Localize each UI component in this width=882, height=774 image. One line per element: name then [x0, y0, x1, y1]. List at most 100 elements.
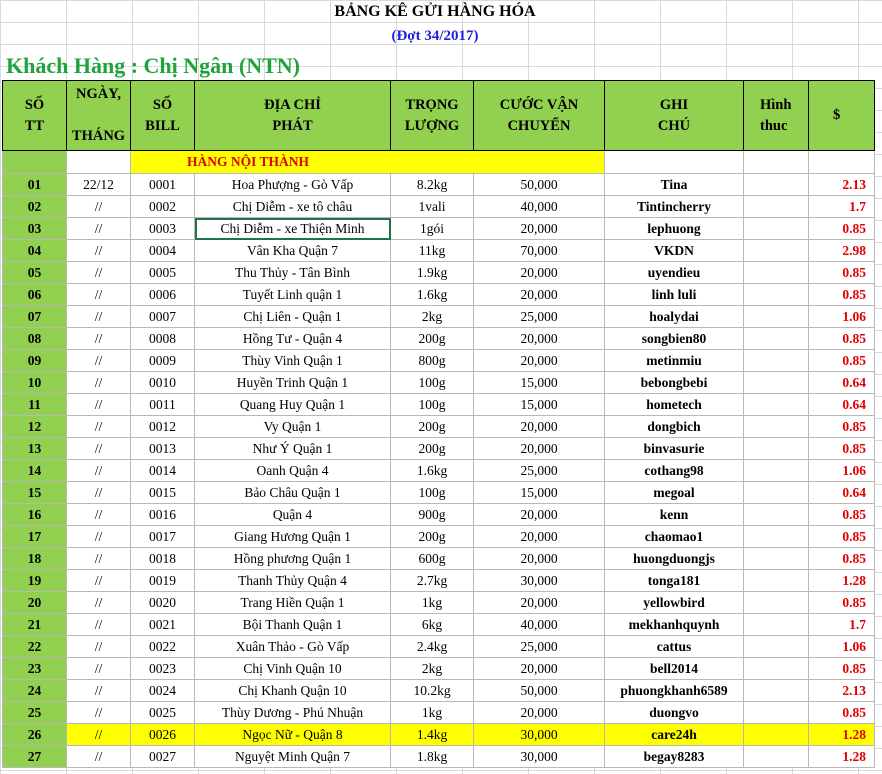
- weight-cell[interactable]: 1kg: [390, 701, 474, 724]
- address-cell[interactable]: Ngọc Nữ - Quận 8: [194, 723, 391, 746]
- note-cell[interactable]: lephuong: [604, 217, 744, 240]
- row-number-cell[interactable]: 10: [2, 371, 67, 394]
- note-cell[interactable]: Tintincherry: [604, 195, 744, 218]
- dollar-cell[interactable]: 1.06: [808, 635, 875, 658]
- weight-cell[interactable]: 1.9kg: [390, 261, 474, 284]
- fee-cell[interactable]: 15,000: [473, 393, 605, 416]
- fee-cell[interactable]: 30,000: [473, 723, 605, 746]
- date-cell[interactable]: //: [66, 217, 131, 240]
- note-cell[interactable]: tonga181: [604, 569, 744, 592]
- method-cell[interactable]: [743, 723, 809, 746]
- bill-cell[interactable]: 0007: [130, 305, 195, 328]
- dollar-cell[interactable]: 1.06: [808, 305, 875, 328]
- note-cell[interactable]: uyendieu: [604, 261, 744, 284]
- dollar-cell[interactable]: 2.13: [808, 173, 875, 196]
- dollar-cell[interactable]: 0.85: [808, 547, 875, 570]
- weight-cell[interactable]: 8.2kg: [390, 173, 474, 196]
- row-number-cell[interactable]: 06: [2, 283, 67, 306]
- row-number-cell[interactable]: 27: [2, 745, 67, 768]
- method-cell[interactable]: [743, 173, 809, 196]
- section-label[interactable]: HÀNG NỘI THÀNH: [130, 150, 605, 174]
- date-cell[interactable]: //: [66, 261, 131, 284]
- dollar-cell[interactable]: 0.64: [808, 393, 875, 416]
- method-cell[interactable]: [743, 657, 809, 680]
- weight-cell[interactable]: 900g: [390, 503, 474, 526]
- fee-cell[interactable]: 20,000: [473, 217, 605, 240]
- note-cell[interactable]: megoal: [604, 481, 744, 504]
- fee-cell[interactable]: 20,000: [473, 327, 605, 350]
- method-cell[interactable]: [743, 481, 809, 504]
- weight-cell[interactable]: 2kg: [390, 305, 474, 328]
- row-number-cell[interactable]: 08: [2, 327, 67, 350]
- note-cell[interactable]: bebongbebi: [604, 371, 744, 394]
- row-number-cell[interactable]: 21: [2, 613, 67, 636]
- note-cell[interactable]: linh luli: [604, 283, 744, 306]
- address-cell[interactable]: Bội Thanh Quận 1: [194, 613, 391, 636]
- date-cell[interactable]: //: [66, 679, 131, 702]
- address-cell[interactable]: Chị Vinh Quận 10: [194, 657, 391, 680]
- fee-cell[interactable]: 25,000: [473, 459, 605, 482]
- method-cell[interactable]: [743, 415, 809, 438]
- address-cell[interactable]: Quang Huy Quận 1: [194, 393, 391, 416]
- date-cell[interactable]: //: [66, 459, 131, 482]
- fee-cell[interactable]: 20,000: [473, 701, 605, 724]
- address-cell[interactable]: Xuân Thảo - Gò Vấp: [194, 635, 391, 658]
- dollar-cell[interactable]: 0.85: [808, 437, 875, 460]
- address-cell[interactable]: Tuyết Linh quận 1: [194, 283, 391, 306]
- method-cell[interactable]: [743, 217, 809, 240]
- method-cell[interactable]: [743, 283, 809, 306]
- bill-cell[interactable]: 0019: [130, 569, 195, 592]
- note-cell[interactable]: VKDN: [604, 239, 744, 262]
- method-cell[interactable]: [743, 503, 809, 526]
- weight-cell[interactable]: 1vali: [390, 195, 474, 218]
- method-cell[interactable]: [743, 547, 809, 570]
- date-cell[interactable]: //: [66, 723, 131, 746]
- date-cell[interactable]: //: [66, 195, 131, 218]
- dollar-cell[interactable]: 1.28: [808, 569, 875, 592]
- method-cell[interactable]: [743, 239, 809, 262]
- method-cell[interactable]: [743, 613, 809, 636]
- note-cell[interactable]: yellowbird: [604, 591, 744, 614]
- bill-cell[interactable]: 0014: [130, 459, 195, 482]
- note-cell[interactable]: Tina: [604, 173, 744, 196]
- weight-cell[interactable]: 200g: [390, 525, 474, 548]
- dollar-cell[interactable]: 1.7: [808, 195, 875, 218]
- dollar-cell[interactable]: 0.85: [808, 261, 875, 284]
- bill-cell[interactable]: 0023: [130, 657, 195, 680]
- date-cell[interactable]: //: [66, 569, 131, 592]
- row-number-cell[interactable]: 24: [2, 679, 67, 702]
- weight-cell[interactable]: 2kg: [390, 657, 474, 680]
- address-cell[interactable]: Huyền Trinh Quận 1: [194, 371, 391, 394]
- address-cell[interactable]: Thu Thủy - Tân Bình: [194, 261, 391, 284]
- date-cell[interactable]: //: [66, 701, 131, 724]
- weight-cell[interactable]: 2.4kg: [390, 635, 474, 658]
- date-cell[interactable]: //: [66, 393, 131, 416]
- row-number-cell[interactable]: 18: [2, 547, 67, 570]
- date-cell[interactable]: //: [66, 657, 131, 680]
- address-cell[interactable]: Thùy Vinh Quận 1: [194, 349, 391, 372]
- fee-cell[interactable]: 20,000: [473, 437, 605, 460]
- dollar-cell[interactable]: 0.85: [808, 503, 875, 526]
- bill-cell[interactable]: 0017: [130, 525, 195, 548]
- weight-cell[interactable]: 6kg: [390, 613, 474, 636]
- note-cell[interactable]: hometech: [604, 393, 744, 416]
- weight-cell[interactable]: 800g: [390, 349, 474, 372]
- row-number-cell[interactable]: 19: [2, 569, 67, 592]
- date-cell[interactable]: //: [66, 239, 131, 262]
- note-cell[interactable]: bell2014: [604, 657, 744, 680]
- header-stt[interactable]: SỐ TT: [2, 80, 67, 151]
- fee-cell[interactable]: 20,000: [473, 283, 605, 306]
- bill-cell[interactable]: 0001: [130, 173, 195, 196]
- section-cell[interactable]: [743, 150, 809, 174]
- address-cell[interactable]: Thùy Dương - Phú Nhuận: [194, 701, 391, 724]
- header-method[interactable]: Hình thuc: [743, 80, 809, 151]
- date-cell[interactable]: //: [66, 503, 131, 526]
- row-number-cell[interactable]: 25: [2, 701, 67, 724]
- bill-cell[interactable]: 0020: [130, 591, 195, 614]
- header-weight[interactable]: TRỌNG LƯỢNG: [390, 80, 474, 151]
- bill-cell[interactable]: 0005: [130, 261, 195, 284]
- dollar-cell[interactable]: 0.85: [808, 591, 875, 614]
- note-cell[interactable]: care24h: [604, 723, 744, 746]
- row-number-cell[interactable]: 07: [2, 305, 67, 328]
- row-number-cell[interactable]: 02: [2, 195, 67, 218]
